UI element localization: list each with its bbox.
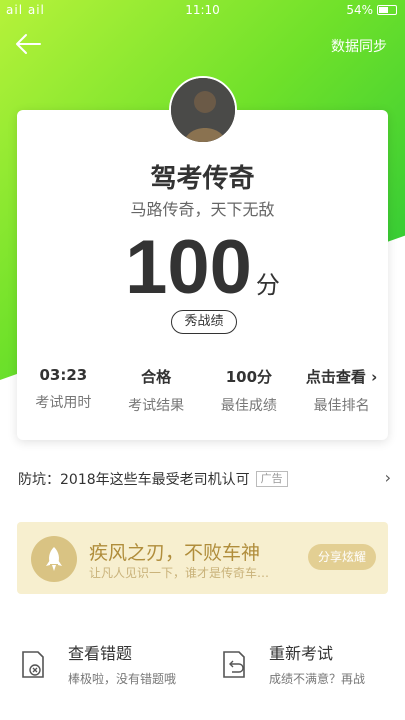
avatar[interactable] bbox=[169, 76, 237, 144]
chevron-right-icon: › bbox=[384, 468, 391, 487]
status-bar: ail ail 11:10 54% bbox=[0, 0, 405, 22]
stat-label: 考试用时 bbox=[35, 395, 92, 411]
page-title: 驾考传奇 bbox=[150, 164, 255, 194]
chevron-right-icon: › bbox=[365, 368, 378, 386]
result-card: 驾考传奇 马路传奇，天下无敌 100 分 秀战绩 03:23 考试用时 合格 考试… bbox=[17, 110, 388, 440]
ad-row[interactable]: 防坑：2018年这些车最受老司机认可 广告 › bbox=[18, 468, 391, 490]
back-arrow-icon[interactable] bbox=[14, 32, 42, 56]
view-ranking-link[interactable]: 点击查看 bbox=[306, 368, 366, 386]
stat-label: 最佳成绩 bbox=[220, 398, 277, 414]
stat-value: 合格 bbox=[141, 368, 172, 386]
stat-value: 点击查看 › bbox=[295, 366, 388, 387]
stat-value: 03:23 bbox=[39, 366, 88, 384]
stat-exam-result: 合格 考试结果 bbox=[110, 366, 203, 415]
mistakes-doc-icon bbox=[22, 651, 44, 678]
action-title: 重新考试 bbox=[269, 644, 334, 663]
action-subtitle: 成绩不满意？再战 bbox=[269, 672, 366, 686]
ad-text: 防坑：2018年这些车最受老司机认可 bbox=[18, 472, 250, 488]
banner-subtitle: 让凡人见识一下，谁才是传奇车… bbox=[89, 566, 270, 580]
share-button[interactable]: 分享炫耀 bbox=[308, 544, 376, 570]
battery-indicator: 54% bbox=[346, 3, 397, 17]
result-subtitle: 马路传奇，天下无敌 bbox=[130, 200, 275, 219]
banner-title: 疾风之刃，不败车神 bbox=[89, 542, 261, 564]
action-subtitle: 棒极啦，没有错题哦 bbox=[68, 672, 177, 686]
share-banner[interactable]: 疾风之刃，不败车神 让凡人见识一下，谁才是传奇车… 分享炫耀 bbox=[17, 522, 388, 594]
battery-percent: 54% bbox=[346, 3, 373, 17]
status-time: 11:10 bbox=[185, 3, 220, 17]
stat-best-ranking[interactable]: 点击查看 › 最佳排名 bbox=[295, 366, 388, 415]
rocket-icon bbox=[31, 536, 77, 582]
show-results-button[interactable]: 秀战绩 bbox=[171, 310, 237, 334]
stat-label: 最佳排名 bbox=[313, 398, 370, 414]
stat-value: 100分 bbox=[225, 368, 273, 386]
score-unit: 分 bbox=[255, 271, 280, 299]
stat-best-score: 100分 最佳成绩 bbox=[203, 366, 296, 415]
ad-badge: 广告 bbox=[255, 471, 288, 487]
stat-label: 考试结果 bbox=[128, 398, 185, 414]
stats-row: 03:23 考试用时 合格 考试结果 100分 最佳成绩 点击查看 › 最佳排名 bbox=[17, 366, 388, 415]
data-sync-button[interactable]: 数据同步 bbox=[331, 36, 387, 56]
score-value: 100 bbox=[125, 225, 252, 310]
score-display: 100 分 bbox=[17, 228, 388, 308]
stat-exam-time: 03:23 考试用时 bbox=[17, 366, 110, 415]
retake-doc-icon bbox=[223, 651, 245, 678]
battery-icon bbox=[377, 5, 397, 15]
action-title: 查看错题 bbox=[68, 644, 133, 663]
